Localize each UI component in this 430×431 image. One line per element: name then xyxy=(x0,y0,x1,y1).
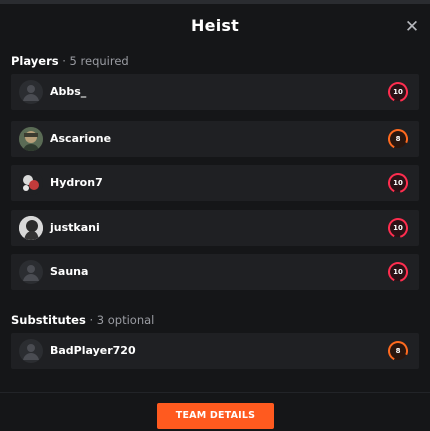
skill-level-badge: 10 xyxy=(387,81,409,103)
player-name: BadPlayer720 xyxy=(50,344,136,357)
player-row[interactable]: justkani 10 xyxy=(11,210,419,246)
skill-level-badge: 10 xyxy=(387,217,409,239)
player-row[interactable]: Hydron7 10 xyxy=(11,165,419,201)
user-avatar xyxy=(19,171,43,195)
footer-divider xyxy=(0,392,430,393)
default-avatar-icon xyxy=(19,80,43,104)
substitutes-optional: · 3 optional xyxy=(85,313,155,327)
player-row[interactable]: Sauna 10 xyxy=(11,254,419,290)
user-avatar xyxy=(19,216,43,240)
players-section-label: Players · 5 required xyxy=(11,54,129,68)
skill-level: 10 xyxy=(393,179,403,187)
player-name: Hydron7 xyxy=(50,176,103,189)
substitute-row[interactable]: BadPlayer720 8 xyxy=(11,333,419,369)
player-name: Sauna xyxy=(50,265,89,278)
skill-level-badge: 8 xyxy=(387,128,409,150)
players-label: Players xyxy=(11,54,59,68)
player-name: Ascarione xyxy=(50,132,112,145)
default-avatar-icon xyxy=(19,339,43,363)
player-row[interactable]: Ascarione 8 xyxy=(11,121,419,157)
default-avatar-icon xyxy=(19,260,43,284)
skill-level-badge: 10 xyxy=(387,172,409,194)
team-details-button[interactable]: TEAM DETAILS xyxy=(157,403,274,429)
skill-level-badge: 8 xyxy=(387,340,409,362)
players-required: · 5 required xyxy=(58,54,129,68)
dialog-title: Heist xyxy=(191,16,239,35)
substitutes-section-label: Substitutes · 3 optional xyxy=(11,313,154,327)
player-name: justkani xyxy=(50,221,100,234)
skill-level-badge: 10 xyxy=(387,261,409,283)
skill-level: 10 xyxy=(393,88,403,96)
skill-level: 10 xyxy=(393,224,403,232)
top-bar xyxy=(0,0,430,4)
player-name: Abbs_ xyxy=(50,85,87,98)
skill-level: 8 xyxy=(395,135,401,143)
player-row[interactable]: Abbs_ 10 xyxy=(11,74,419,110)
close-icon[interactable]: ✕ xyxy=(402,17,422,37)
skill-level: 8 xyxy=(395,347,401,355)
user-avatar xyxy=(19,127,43,151)
skill-level: 10 xyxy=(393,268,403,276)
substitutes-label: Substitutes xyxy=(11,313,86,327)
